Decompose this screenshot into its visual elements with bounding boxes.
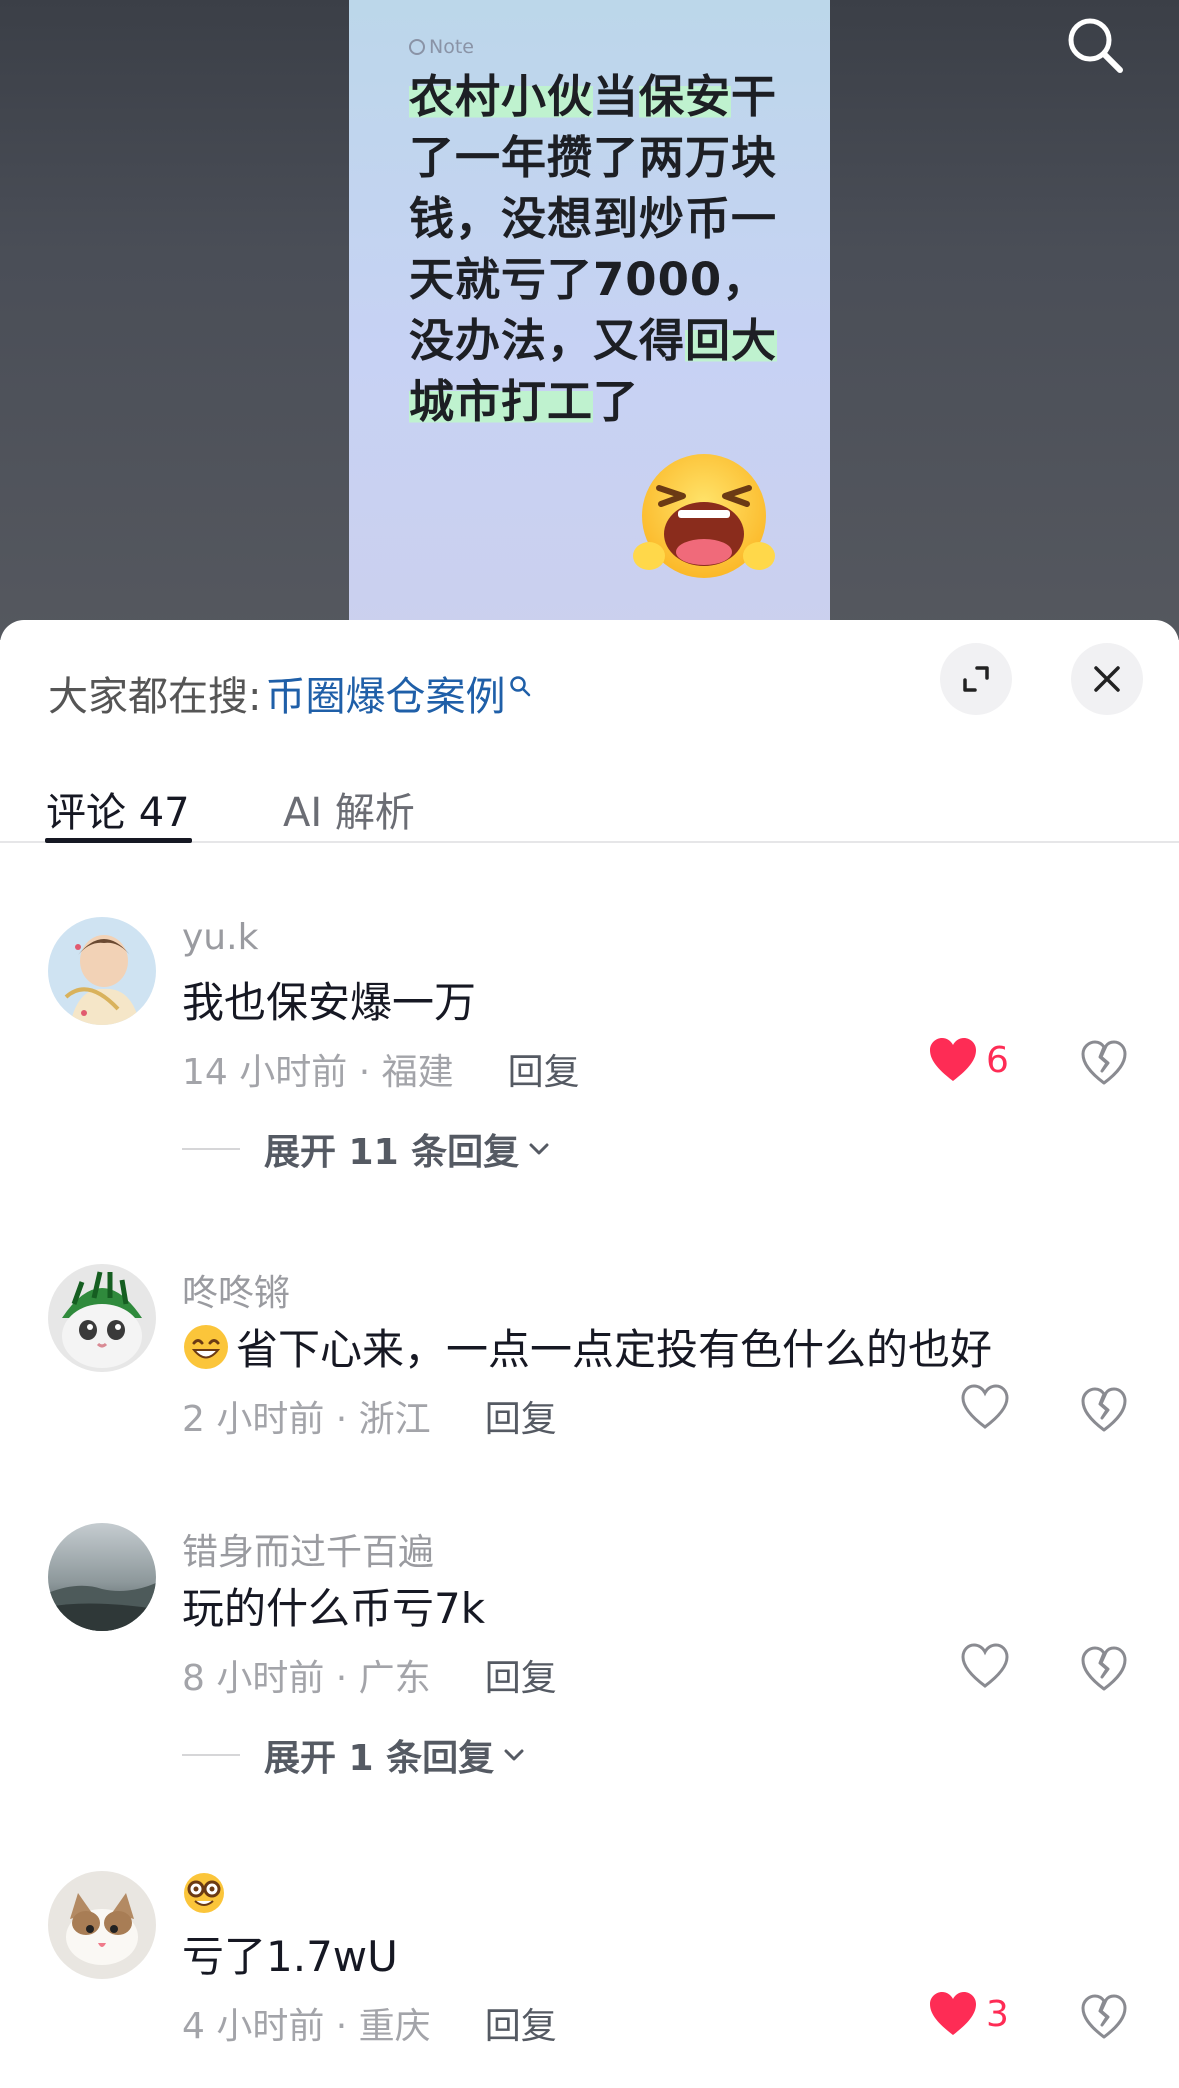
note-circle-icon xyxy=(409,39,425,55)
chevron-down-icon xyxy=(529,1143,549,1155)
comment-meta: 2 小时前 · 浙江 回复 xyxy=(182,1390,557,1442)
chevron-down-icon xyxy=(504,1749,524,1761)
reply-button[interactable]: 回复 xyxy=(485,1390,557,1442)
close-button[interactable] xyxy=(1071,643,1143,715)
small-search-icon xyxy=(510,676,531,697)
avatar[interactable] xyxy=(48,917,156,1025)
avatar[interactable] xyxy=(48,1523,156,1631)
tab-ai-analysis[interactable]: AI 解析 xyxy=(283,780,415,838)
dislike-broken-heart-icon[interactable] xyxy=(1080,1386,1128,1434)
heart-filled-icon xyxy=(930,1992,976,2035)
note-text-segment: 了 xyxy=(593,375,640,428)
nerd-face-emoji xyxy=(184,1873,224,1913)
expand-replies-button[interactable]: 展开 1 条回复 xyxy=(182,1729,526,1781)
reply-button[interactable]: 回复 xyxy=(508,1043,580,1095)
comment-time-location: 4 小时前 · 重庆 xyxy=(182,2006,431,2047)
comment-time-location: 14 小时前 · 福建 xyxy=(182,1052,454,1093)
note-card: Note 农村小伙当保安干了一年攒了两万块钱，没想到炒币一天就亏了7000，没办… xyxy=(349,0,830,640)
hot-search-term-link[interactable]: 币圈爆仓案例 xyxy=(265,664,505,722)
reply-button[interactable]: 回复 xyxy=(485,1649,557,1701)
comment-meta: 4 小时前 · 重庆 回复 xyxy=(182,1997,557,2049)
divider-line xyxy=(182,1148,240,1150)
like-button[interactable] xyxy=(960,1643,1010,1689)
search-button[interactable] xyxy=(1060,10,1130,80)
comment-meta: 8 小时前 · 广东 回复 xyxy=(182,1649,557,1701)
avatar-image xyxy=(48,1264,156,1372)
heart-outline-icon xyxy=(961,1384,1009,1429)
dislike-broken-heart-icon[interactable] xyxy=(1080,1039,1128,1087)
comment-text: 省下心来，一点一点定投有色什么的也好 xyxy=(182,1316,992,1377)
search-icon xyxy=(1068,18,1123,73)
avatar-image xyxy=(48,917,156,1025)
heart-outline-icon xyxy=(961,1643,1009,1688)
comment-time-location: 2 小时前 · 浙江 xyxy=(182,1399,431,1440)
like-count: 3 xyxy=(986,1993,1009,2035)
expand-replies-button[interactable]: 展开 11 条回复 xyxy=(182,1123,551,1175)
note-text-highlight: 农村小伙 xyxy=(409,70,594,123)
avatar[interactable] xyxy=(48,1264,156,1372)
note-text-segment: 当 xyxy=(593,70,640,123)
dislike-broken-heart-icon[interactable] xyxy=(1080,1993,1128,2041)
like-button[interactable]: 3 xyxy=(928,1991,1009,2037)
comment-text: 亏了1.7wU xyxy=(182,1932,398,1981)
comment-username[interactable]: 咚咚锵 xyxy=(182,1264,290,1316)
active-tab-indicator xyxy=(45,838,192,843)
note-text: 农村小伙当保安干了一年攒了两万块钱，没想到炒币一天就亏了7000，没办法，又得回… xyxy=(409,66,809,432)
avatar[interactable] xyxy=(48,1871,156,1979)
like-button[interactable] xyxy=(960,1384,1010,1430)
comment-meta: 14 小时前 · 福建 回复 xyxy=(182,1043,580,1095)
hot-search-label: 大家都在搜: xyxy=(48,674,262,720)
like-button[interactable]: 6 xyxy=(928,1037,1009,1083)
comment-time-location: 8 小时前 · 广东 xyxy=(182,1658,431,1699)
crying-face-emoji xyxy=(633,454,775,578)
expand-icon xyxy=(963,666,989,692)
comment-username[interactable] xyxy=(182,1871,226,1924)
expand-sheet-button[interactable] xyxy=(940,643,1012,715)
note-text-highlight: 保安 xyxy=(639,70,732,123)
avatar-image xyxy=(48,1871,156,1979)
comment-text: 玩的什么币亏7k xyxy=(182,1584,486,1633)
comment-text: 我也保安爆一万 xyxy=(182,978,477,1027)
comment-tabs: 评论 47 AI 解析 xyxy=(0,780,1179,843)
dislike-broken-heart-icon[interactable] xyxy=(1080,1645,1128,1693)
grinning-face-emoji xyxy=(184,1324,228,1369)
video-player[interactable]: Note 农村小伙当保安干了一年攒了两万块钱，没想到炒币一天就亏了7000，没办… xyxy=(0,0,1179,640)
tab-comments[interactable]: 评论 47 xyxy=(46,780,190,838)
hot-search-bar: 大家都在搜: 币圈爆仓案例 xyxy=(48,664,531,722)
comment-username[interactable]: yu.k xyxy=(182,917,258,958)
note-tag: Note xyxy=(409,36,474,58)
comment-username[interactable]: 错身而过千百遍 xyxy=(182,1523,434,1575)
divider-line xyxy=(182,1754,240,1756)
avatar-image xyxy=(48,1523,156,1631)
like-count: 6 xyxy=(986,1039,1009,1081)
close-icon xyxy=(1094,666,1120,692)
reply-button[interactable]: 回复 xyxy=(485,1997,557,2049)
heart-filled-icon xyxy=(930,1038,976,1081)
